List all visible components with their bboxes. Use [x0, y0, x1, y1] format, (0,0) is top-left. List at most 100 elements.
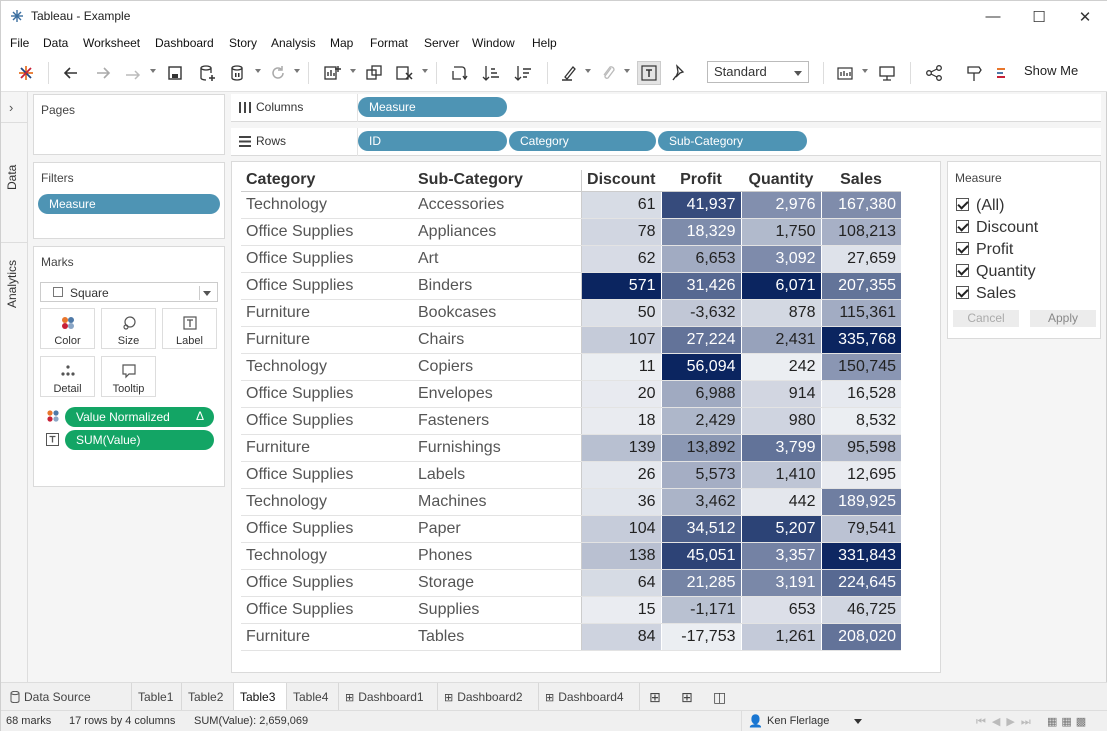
header-sub-category[interactable]: Sub-Category: [413, 170, 581, 192]
cell-profit[interactable]: -1,171: [660, 596, 741, 624]
cell-discount[interactable]: 61: [580, 191, 661, 219]
cell-sub-category[interactable]: Copiers: [413, 353, 581, 381]
cell-sales[interactable]: 189,925: [820, 488, 901, 516]
fit-dropdown[interactable]: Standard: [707, 61, 809, 83]
cell-sales[interactable]: 46,725: [820, 596, 901, 624]
cell-sales[interactable]: 27,659: [820, 245, 901, 273]
table-row[interactable]: Furniture Chairs 107 27,224 2,431 335,768: [241, 326, 901, 354]
menu-data[interactable]: Data: [43, 36, 68, 50]
cell-profit[interactable]: -17,753: [660, 623, 741, 651]
cell-quantity[interactable]: 5,207: [740, 515, 821, 543]
cell-sub-category[interactable]: Paper: [413, 515, 581, 543]
cell-sub-category[interactable]: Bookcases: [413, 299, 581, 327]
cell-discount[interactable]: 138: [580, 542, 661, 570]
checkbox-checked-icon[interactable]: [956, 198, 969, 211]
marks-pill-sum-value[interactable]: SUM(Value): [65, 430, 214, 450]
cell-quantity[interactable]: 3,191: [740, 569, 821, 597]
cell-discount[interactable]: 64: [580, 569, 661, 597]
cell-sub-category[interactable]: Machines: [413, 488, 581, 516]
rows-pill-sub-category[interactable]: Sub-Category: [658, 131, 807, 151]
pages-card[interactable]: Pages: [33, 94, 225, 155]
clear-sheet-icon[interactable]: [392, 61, 416, 85]
minimize-button[interactable]: —: [970, 1, 1016, 32]
tab-table2[interactable]: Table2: [182, 683, 234, 711]
table-row[interactable]: Technology Copiers 11 56,094 242 150,745: [241, 353, 901, 381]
cell-profit[interactable]: 3,462: [660, 488, 741, 516]
cell-category[interactable]: Office Supplies: [241, 569, 413, 597]
cell-category[interactable]: Technology: [241, 353, 413, 381]
fix-axes-icon[interactable]: [667, 61, 691, 85]
refresh-icon[interactable]: [266, 61, 290, 85]
cell-quantity[interactable]: 1,410: [740, 461, 821, 489]
color-button[interactable]: Color: [40, 308, 95, 349]
cell-quantity[interactable]: 2,431: [740, 326, 821, 354]
show-mark-labels-icon[interactable]: [637, 61, 661, 85]
checkbox-checked-icon[interactable]: [956, 286, 969, 299]
header-sales[interactable]: Sales: [821, 170, 901, 192]
header-discount[interactable]: Discount: [580, 170, 661, 192]
tab-dashboard4[interactable]: ⊞ Dashboard4: [539, 683, 640, 711]
cell-sales[interactable]: 150,745: [820, 353, 901, 381]
view-mode-icons[interactable]: ▦▦▩: [1047, 715, 1090, 728]
cell-category[interactable]: Technology: [241, 488, 413, 516]
cell-discount[interactable]: 18: [580, 407, 661, 435]
tab-data[interactable]: Data: [5, 165, 19, 190]
undo-icon[interactable]: [59, 61, 83, 85]
tab-analytics[interactable]: Analytics: [5, 260, 19, 308]
cell-profit[interactable]: 31,426: [660, 272, 741, 300]
tab-data-source[interactable]: Data Source: [1, 683, 132, 711]
cell-discount[interactable]: 50: [580, 299, 661, 327]
menu-server[interactable]: Server: [424, 36, 459, 50]
table-row[interactable]: Technology Machines 36 3,462 442 189,925: [241, 488, 901, 516]
cell-sub-category[interactable]: Envelopes: [413, 380, 581, 408]
cell-sub-category[interactable]: Storage: [413, 569, 581, 597]
sort-ascending-icon[interactable]: [479, 61, 503, 85]
cell-sub-category[interactable]: Furnishings: [413, 434, 581, 462]
cell-profit[interactable]: -3,632: [660, 299, 741, 327]
cell-quantity[interactable]: 1,261: [740, 623, 821, 651]
cell-category[interactable]: Office Supplies: [241, 461, 413, 489]
cell-category[interactable]: Office Supplies: [241, 245, 413, 273]
redo-icon[interactable]: [91, 61, 115, 85]
new-worksheet-icon[interactable]: [320, 61, 344, 85]
menu-file[interactable]: File: [10, 36, 29, 50]
detail-button[interactable]: Detail: [40, 356, 95, 397]
cell-quantity[interactable]: 2,976: [740, 191, 821, 219]
new-story-tab-icon[interactable]: ◫: [713, 689, 726, 706]
cell-sales[interactable]: 167,380: [820, 191, 901, 219]
cell-category[interactable]: Office Supplies: [241, 596, 413, 624]
cell-sub-category[interactable]: Binders: [413, 272, 581, 300]
apply-button[interactable]: Apply: [1030, 310, 1096, 327]
cell-sub-category[interactable]: Labels: [413, 461, 581, 489]
cell-discount[interactable]: 139: [580, 434, 661, 462]
cell-sales[interactable]: 79,541: [820, 515, 901, 543]
tooltip-button[interactable]: Tooltip: [101, 356, 156, 397]
checkbox-checked-icon[interactable]: [956, 242, 969, 255]
filter-option-all[interactable]: (All): [956, 197, 1004, 215]
cell-sales[interactable]: 224,645: [820, 569, 901, 597]
filter-option-discount[interactable]: Discount: [956, 219, 1038, 237]
cell-quantity[interactable]: 3,092: [740, 245, 821, 273]
cell-discount[interactable]: 26: [580, 461, 661, 489]
label-button[interactable]: Label: [162, 308, 217, 349]
user-menu[interactable]: 👤 Ken Flerlage: [741, 711, 867, 731]
highlight-icon[interactable]: [557, 61, 581, 85]
cell-sales[interactable]: 12,695: [820, 461, 901, 489]
menu-help[interactable]: Help: [532, 36, 557, 50]
close-button[interactable]: ✕: [1062, 1, 1107, 32]
new-worksheet-tab-icon[interactable]: ⊞: [649, 689, 661, 706]
menu-worksheet[interactable]: Worksheet: [83, 36, 140, 50]
columns-pill-measure[interactable]: Measure: [358, 97, 507, 117]
cell-quantity[interactable]: 442: [740, 488, 821, 516]
tab-table4[interactable]: Table4: [287, 683, 339, 711]
checkbox-checked-icon[interactable]: [956, 264, 969, 277]
presentation-mode-icon[interactable]: [875, 61, 899, 85]
cell-profit[interactable]: 2,429: [660, 407, 741, 435]
cell-discount[interactable]: 20: [580, 380, 661, 408]
cell-discount[interactable]: 104: [580, 515, 661, 543]
new-dashboard-tab-icon[interactable]: ⊞: [681, 689, 693, 706]
cell-discount[interactable]: 84: [580, 623, 661, 651]
filter-option-profit[interactable]: Profit: [956, 241, 1013, 259]
cell-discount[interactable]: 15: [580, 596, 661, 624]
cell-sales[interactable]: 208,020: [820, 623, 901, 651]
